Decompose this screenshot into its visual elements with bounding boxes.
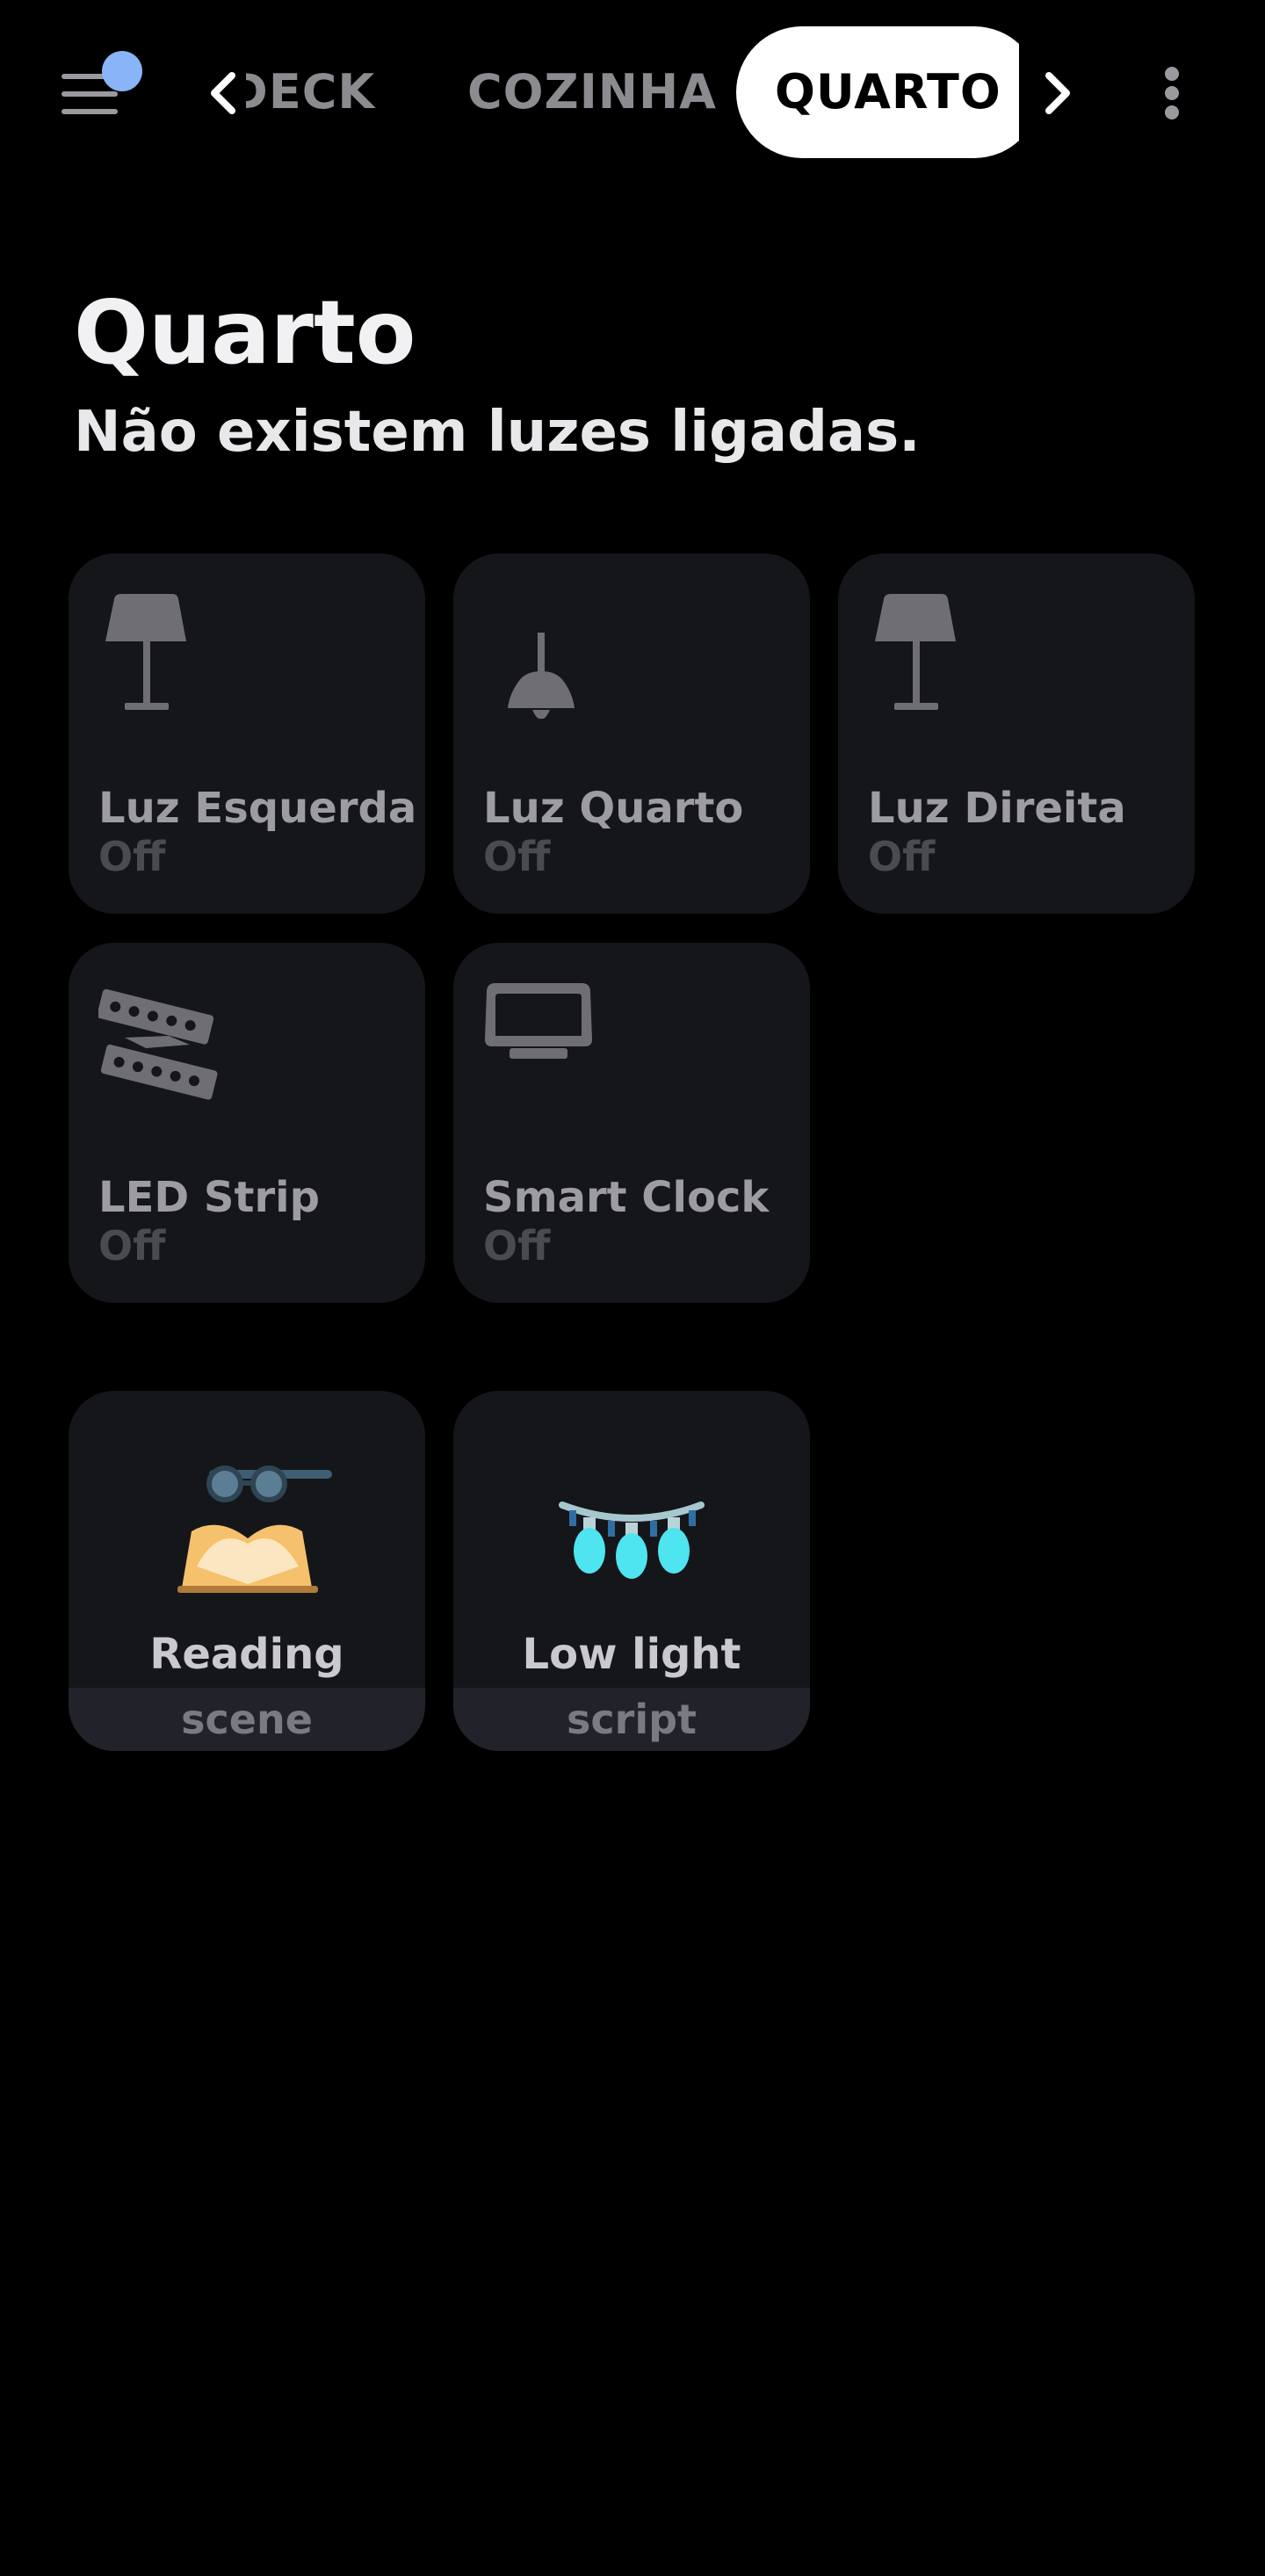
table-lamp-icon [875, 594, 956, 710]
string-lights-icon [559, 1501, 705, 1579]
menu-icon-line [61, 91, 118, 97]
tab-cozinha[interactable]: COZINHA [467, 26, 717, 158]
page-subtitle: Não existem luzes ligadas. [74, 400, 921, 465]
device-name: LED Strip [98, 1173, 320, 1222]
menu-button[interactable] [56, 51, 148, 130]
tab-quarto[interactable]: QUARTO [736, 26, 1019, 158]
scene-type-label: scene [69, 1688, 425, 1751]
device-card-led-strip[interactable]: LED Strip Off [69, 943, 425, 1303]
notification-dot [102, 51, 142, 91]
chevron-right-icon[interactable] [1037, 69, 1077, 118]
smart-display-icon [485, 983, 592, 1059]
more-options-icon[interactable] [1156, 63, 1191, 119]
tab-bar: DECK COZINHA QUARTO [246, 26, 1019, 158]
page-title: Quarto [74, 281, 416, 384]
device-name: Luz Esquerda [98, 784, 417, 833]
script-type-label: script [453, 1688, 810, 1751]
scene-card-reading[interactable]: Reading scene [69, 1391, 425, 1751]
table-lamp-icon [105, 594, 186, 710]
tab-deck[interactable]: DECK [246, 26, 375, 158]
device-name: Smart Clock [483, 1173, 770, 1222]
device-state: Off [98, 1222, 166, 1270]
device-name: Luz Quarto [483, 784, 744, 833]
device-state: Off [868, 833, 936, 880]
device-card-luz-quarto[interactable]: Luz Quarto Off [453, 554, 810, 914]
chevron-left-icon[interactable] [204, 69, 244, 118]
device-card-luz-esquerda[interactable]: Luz Esquerda Off [69, 554, 425, 914]
device-card-luz-direita[interactable]: Luz Direita Off [838, 554, 1195, 914]
device-state: Off [483, 833, 551, 880]
led-strip-icon [98, 988, 218, 1100]
device-state: Off [483, 1222, 551, 1270]
ceiling-lamp-icon [508, 633, 575, 719]
script-card-low-light[interactable]: Low light script [453, 1391, 810, 1751]
menu-icon-line [61, 109, 118, 114]
scene-name: Reading [149, 1630, 344, 1679]
device-name: Luz Direita [868, 784, 1126, 833]
open-book-glasses-icon [177, 1465, 332, 1593]
device-state: Off [98, 833, 166, 880]
top-bar: DECK COZINHA QUARTO [0, 0, 1265, 185]
device-card-smart-clock[interactable]: Smart Clock Off [453, 943, 810, 1303]
script-name: Low light [522, 1630, 741, 1679]
